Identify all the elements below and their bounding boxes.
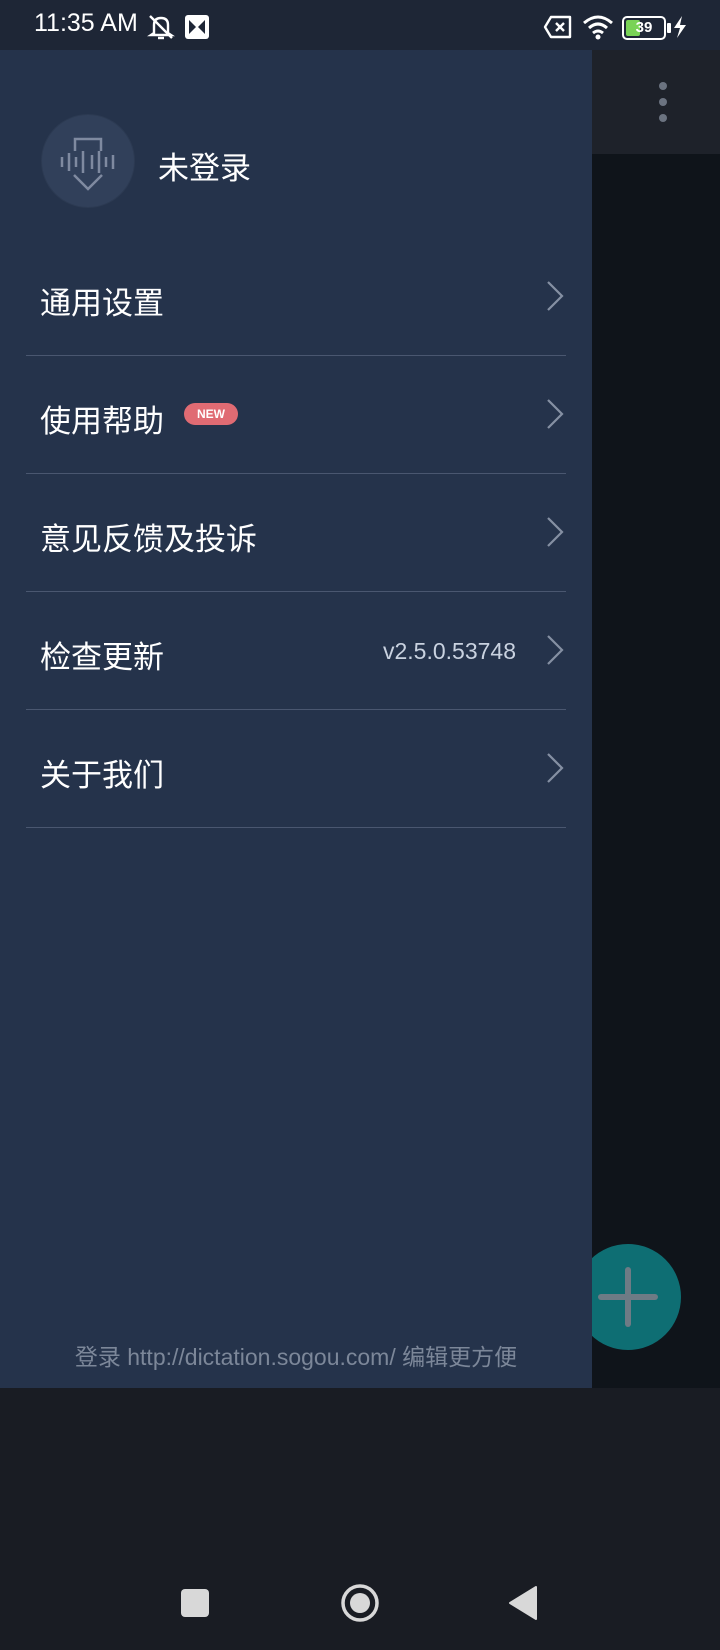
status-bar: 11:35 AM 39 [0, 0, 720, 50]
menu-item-about-us[interactable]: 关于我们 [26, 710, 566, 828]
status-time: 11:35 AM [34, 9, 138, 37]
menu-item-label: 意见反馈及投诉 [40, 522, 257, 558]
wifi-icon [583, 15, 613, 40]
chevron-right-icon [547, 399, 564, 429]
voice-mic-download-icon [60, 137, 115, 191]
login-hint[interactable]: 登录 http://dictation.sogou.com/ 编辑更方便 [0, 1338, 592, 1372]
chevron-right-icon [547, 517, 564, 547]
menu-item-help[interactable]: 使用帮助 NEW [26, 356, 566, 474]
menu-item-feedback[interactable]: 意见反馈及投诉 [26, 474, 566, 592]
menu-item-label: 通用设置 [40, 286, 164, 322]
menu-item-label: 检查更新 [40, 640, 164, 676]
no-sim-icon [543, 15, 572, 39]
battery-level: 39 [635, 19, 653, 36]
new-badge: NEW [184, 403, 238, 425]
login-status[interactable]: 未登录 [158, 143, 251, 188]
navigation-drawer: 未登录 通用设置 使用帮助 NEW 意见反馈及投诉 检查更新 v2.5.0.53… [0, 50, 592, 1388]
menu-item-label: 关于我们 [40, 758, 164, 794]
avatar[interactable] [42, 115, 134, 207]
charging-icon [674, 16, 686, 38]
more-vertical-icon[interactable] [650, 80, 676, 124]
back-button[interactable] [508, 1585, 538, 1621]
app-version: v2.5.0.53748 [382, 638, 516, 664]
menu-item-label: 使用帮助 [40, 404, 164, 440]
mute-notification-icon [147, 15, 175, 40]
menu-item-check-update[interactable]: 检查更新 v2.5.0.53748 [26, 592, 566, 710]
chevron-right-icon [547, 281, 564, 311]
home-button[interactable] [340, 1583, 380, 1623]
chevron-right-icon [547, 635, 564, 665]
app-notification-icon [185, 15, 209, 39]
chevron-right-icon [547, 753, 564, 783]
battery-icon: 39 [622, 16, 671, 40]
menu-item-general-settings[interactable]: 通用设置 [26, 238, 566, 356]
recents-button[interactable] [181, 1589, 209, 1617]
